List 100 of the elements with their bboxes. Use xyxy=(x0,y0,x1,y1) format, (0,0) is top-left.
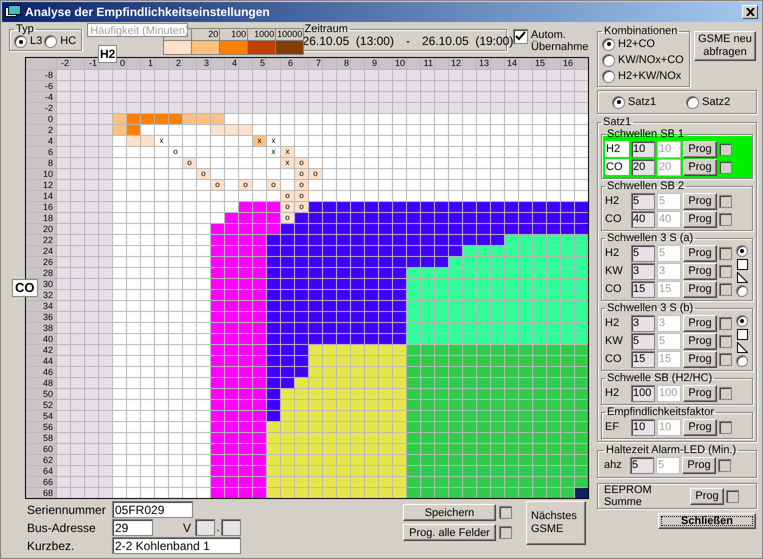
input-field[interactable]: 5 xyxy=(631,244,655,262)
prog-button[interactable]: Prog xyxy=(683,384,717,402)
period-start: 26.10.05 (13:00) xyxy=(302,35,394,48)
checkbox[interactable] xyxy=(499,506,512,519)
checkbox[interactable] xyxy=(726,490,739,502)
radio-button[interactable] xyxy=(736,285,748,297)
row-header: 46 xyxy=(26,367,56,377)
radio-option[interactable]: KW/NOx+CO xyxy=(602,53,685,67)
radio-button[interactable] xyxy=(686,96,700,108)
prog-button[interactable]: Prog xyxy=(683,280,717,298)
parameter-label: KW xyxy=(605,264,624,279)
checkbox[interactable] xyxy=(719,264,732,278)
input-field[interactable]: 20 xyxy=(631,158,655,176)
prog-button[interactable]: Prog xyxy=(683,418,717,436)
query-button[interactable]: GSME neu abfragen xyxy=(694,31,756,61)
next-device-button[interactable]: Nächstes GSME xyxy=(526,501,586,545)
input-field[interactable]: 15 xyxy=(631,350,655,368)
input-field[interactable]: 05FR029 xyxy=(112,501,193,518)
checkbox[interactable] xyxy=(719,282,732,296)
prog-button[interactable]: Prog xyxy=(683,332,717,350)
triangle-icon[interactable] xyxy=(736,272,748,283)
radio-option[interactable]: H2+KW/NOx xyxy=(602,69,685,83)
checkbox[interactable] xyxy=(513,29,528,44)
radio-button[interactable] xyxy=(736,245,748,257)
prog-button[interactable]: Prog xyxy=(682,456,716,474)
column-header xyxy=(491,58,504,69)
radio-button[interactable] xyxy=(736,355,748,367)
close-dialog-button[interactable]: Schließen xyxy=(658,513,756,529)
prog-button[interactable]: Prog xyxy=(683,350,717,368)
prog-button[interactable]: Prog xyxy=(690,488,724,504)
grid-cell: o xyxy=(169,147,182,157)
input-field[interactable]: 5 xyxy=(630,456,654,474)
radio-option[interactable]: Satz1 xyxy=(612,96,656,108)
radio-button[interactable] xyxy=(14,35,27,48)
radio-button[interactable] xyxy=(612,96,625,108)
group-title: Schwellen 3 S (b) xyxy=(606,302,694,314)
square-icon[interactable] xyxy=(736,329,748,340)
legend-header: 100 xyxy=(220,29,248,41)
input-field[interactable]: 2-2 Kohlenband 1 xyxy=(112,537,241,554)
column-header xyxy=(547,58,560,69)
row-header: 8 xyxy=(26,158,56,168)
grid-cell: o xyxy=(211,180,224,190)
prog-button[interactable]: Prog xyxy=(683,314,717,332)
checkbox[interactable] xyxy=(499,526,512,539)
radio-option[interactable]: H2+CO xyxy=(602,37,685,51)
row-header: -2 xyxy=(26,103,56,113)
input-field[interactable]: 5 xyxy=(631,192,655,210)
prog-button[interactable]: Prog xyxy=(683,210,717,228)
checkbox[interactable] xyxy=(719,246,732,260)
input-field[interactable]: 100 xyxy=(631,384,655,402)
column-header: 12 xyxy=(449,58,462,69)
column-header xyxy=(295,58,308,69)
triangle-icon[interactable] xyxy=(736,342,748,353)
radio-button[interactable] xyxy=(602,38,615,50)
checkbox[interactable] xyxy=(719,160,732,174)
square-icon[interactable] xyxy=(736,259,748,270)
prog-button[interactable]: Prog xyxy=(683,192,717,210)
radio-option[interactable]: HC xyxy=(44,35,76,48)
checkbox[interactable] xyxy=(719,334,732,348)
column-header xyxy=(575,58,588,69)
input-field[interactable]: 15 xyxy=(631,280,655,298)
checkbox[interactable] xyxy=(719,142,732,156)
parameter-label: CO xyxy=(605,352,622,367)
row-header: 38 xyxy=(26,323,56,333)
input-field[interactable]: 3 xyxy=(631,314,655,332)
grid-cell: o xyxy=(281,213,294,223)
radio-option[interactable]: L3 xyxy=(14,35,42,48)
input-field[interactable]: 40 xyxy=(631,210,655,228)
row-header: 50 xyxy=(26,389,56,399)
prog-button[interactable]: Prog xyxy=(683,140,717,158)
checkbox[interactable] xyxy=(718,458,731,472)
version-field[interactable] xyxy=(195,519,215,536)
checkbox[interactable] xyxy=(719,194,732,208)
input-field[interactable]: 10 xyxy=(631,140,655,158)
radio-option[interactable]: Satz2 xyxy=(686,96,730,108)
checkbox[interactable] xyxy=(719,420,732,434)
radio-button[interactable] xyxy=(44,35,58,48)
prog-button[interactable]: Prog xyxy=(683,262,717,280)
action-button[interactable]: Speichern xyxy=(403,504,496,521)
prog-button[interactable]: Prog xyxy=(683,158,717,176)
column-header xyxy=(183,58,196,69)
radio-button[interactable] xyxy=(602,54,615,66)
column-header xyxy=(239,58,252,69)
checkbox[interactable] xyxy=(719,352,732,366)
column-header: 16 xyxy=(561,58,574,69)
checkbox[interactable] xyxy=(719,386,732,400)
axis-label: CO xyxy=(12,279,38,297)
input-field[interactable]: 5 xyxy=(631,332,655,350)
prog-button[interactable]: Prog xyxy=(683,244,717,262)
checkbox[interactable] xyxy=(719,212,732,226)
action-button[interactable]: Prog. alle Felder xyxy=(403,524,496,541)
radio-button[interactable] xyxy=(736,315,748,327)
checkbox[interactable] xyxy=(719,316,732,330)
grid-cell: o xyxy=(183,158,196,168)
version-field[interactable] xyxy=(221,519,241,536)
close-button[interactable] xyxy=(742,5,758,19)
input-field[interactable]: 29 xyxy=(112,519,153,536)
radio-button[interactable] xyxy=(602,70,615,82)
input-field[interactable]: 10 xyxy=(631,418,655,436)
input-field[interactable]: 3 xyxy=(631,262,655,280)
